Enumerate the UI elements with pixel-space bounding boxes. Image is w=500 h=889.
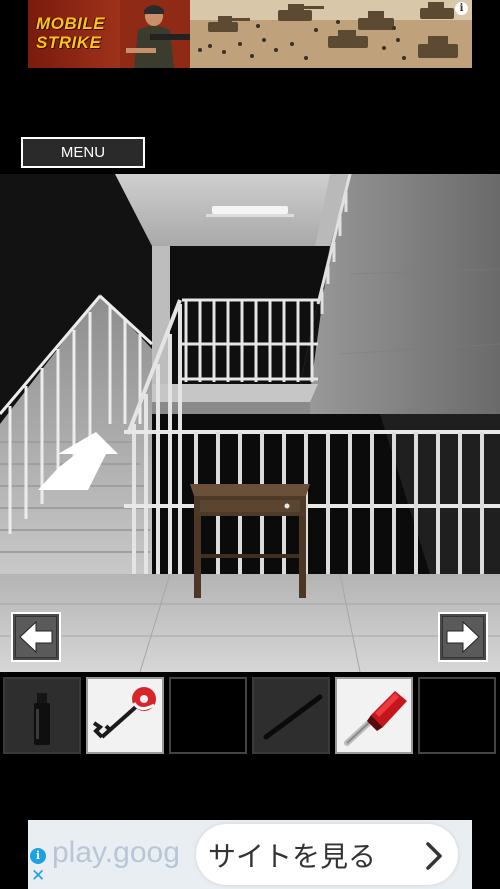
visit-site-label: サイトを見る bbox=[208, 840, 377, 873]
inventory-slot-5[interactable] bbox=[335, 677, 413, 754]
info-icon[interactable]: i bbox=[455, 2, 468, 15]
inventory-slot-3[interactable] bbox=[169, 677, 247, 754]
inventory-bar bbox=[0, 674, 500, 756]
menu-button[interactable]: MENU bbox=[21, 137, 145, 168]
arrow-right-icon bbox=[446, 620, 480, 654]
screwdriver-icon bbox=[344, 691, 407, 746]
inventory-slot-1[interactable] bbox=[3, 677, 81, 754]
key-icon bbox=[92, 687, 156, 739]
inventory-slot-6[interactable] bbox=[418, 677, 496, 754]
ad-title: MOBILE STRIKE bbox=[36, 14, 106, 52]
stairwell-scene[interactable] bbox=[0, 174, 500, 672]
close-icon[interactable]: ✕ bbox=[31, 868, 45, 885]
nav-right-button[interactable] bbox=[438, 612, 488, 662]
stairwell-illustration bbox=[0, 174, 500, 672]
inventory-slot-4[interactable] bbox=[252, 677, 330, 754]
ad-battle-image bbox=[188, 0, 472, 68]
bottle-icon bbox=[34, 693, 50, 745]
arrow-up-icon[interactable] bbox=[36, 432, 118, 490]
inventory-slot-2[interactable] bbox=[86, 677, 164, 754]
stick-icon bbox=[263, 694, 323, 740]
visit-site-button[interactable]: サイトを見る bbox=[196, 824, 458, 885]
nav-left-button[interactable] bbox=[11, 612, 61, 662]
chevron-right-icon bbox=[426, 842, 442, 870]
menu-button-label: MENU bbox=[60, 144, 106, 161]
arrow-left-icon bbox=[19, 620, 53, 654]
game-screen: MOBILE STRIKE i MENU play.goog i ✕ サイトを見… bbox=[0, 0, 500, 889]
bottom-ad-banner[interactable]: play.goog i ✕ サイトを見る bbox=[28, 820, 472, 889]
info-icon[interactable]: i bbox=[30, 848, 46, 864]
ad-url-text: play.goog bbox=[52, 836, 180, 869]
top-ad-banner[interactable]: MOBILE STRIKE i bbox=[28, 0, 472, 68]
